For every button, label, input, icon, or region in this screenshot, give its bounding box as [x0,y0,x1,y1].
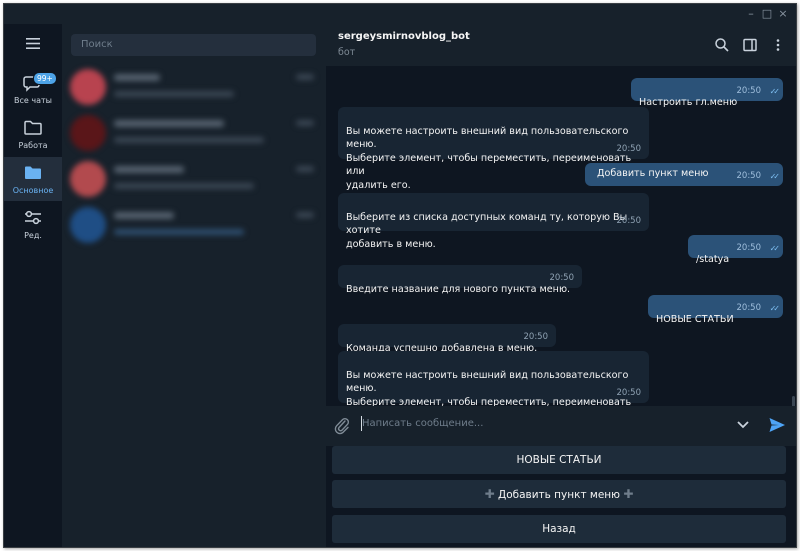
message-outgoing[interactable]: Добавить пункт меню 20:50 ✓✓ [585,163,783,186]
chat-title: sergeysmirnovblog_bot [338,31,470,42]
search-icon[interactable] [714,37,730,53]
edit-filters-icon [25,210,41,225]
message-outgoing[interactable]: Настроить гл.меню 20:50 ✓✓ [631,78,783,108]
send-icon[interactable] [768,416,786,434]
folder-label: Ред. [24,231,42,240]
folder-icon [25,166,41,179]
message-composer: Написать сообщение... [326,406,796,446]
unread-badge: 99+ [33,72,57,85]
chat-header[interactable]: sergeysmirnovblog_bot бот [326,24,796,66]
folder-main[interactable]: Основное [4,157,62,201]
message-time: 20:50 [736,170,762,181]
read-check-icon: ✓✓ [769,86,781,96]
avatar [70,207,106,243]
keyboard-button-add-menu-item[interactable]: ✚ Добавить пункт меню ✚ [332,480,786,508]
message-text: Выберите из списка доступных команд ту, … [346,211,628,250]
message-scrollbar[interactable] [792,396,795,406]
message-time: 20:50 [736,302,762,313]
message-time: 20:50 [616,387,642,398]
folder-rail: 99+ Все чаты Работа Основное Ред. [4,24,62,547]
chat-list-item[interactable] [62,202,326,248]
message-outgoing[interactable]: НОВЫЕ СТАТЬИ 20:50 ✓✓ [648,295,783,325]
message-time: 20:50 [616,143,642,154]
message-history: Настроить гл.меню 20:50 ✓✓ Вы можете нас… [326,66,796,406]
avatar [70,115,106,151]
close-button[interactable]: × [776,7,790,21]
minimize-button[interactable]: – [744,7,758,21]
folder-label: Все чаты [14,96,52,105]
message-incoming[interactable]: Выберите из списка доступных команд ту, … [338,193,649,250]
message-time: 20:50 [549,272,575,283]
chat-list: Поиск [62,24,326,547]
hamburger-menu-icon [26,38,40,49]
message-text: /statya [696,253,730,265]
keyboard-button-label: НОВЫЕ СТАТЬИ [516,454,602,466]
message-incoming[interactable]: Команда успешно добавлена в меню. 20:50 [338,324,556,354]
side-panel-icon[interactable] [742,37,758,53]
message-incoming[interactable]: Вы можете настроить внешний вид пользова… [338,351,649,406]
message-input[interactable]: Написать сообщение... [362,418,483,429]
message-text: НОВЫЕ СТАТЬИ [656,313,734,325]
message-incoming[interactable]: Вы можете настроить внешний вид пользова… [338,107,649,191]
message-outgoing[interactable]: /statya 20:50 ✓✓ [688,235,783,265]
read-check-icon: ✓✓ [769,243,781,253]
chat-subtitle: бот [338,47,356,58]
read-check-icon: ✓✓ [769,303,781,313]
plus-icon: ✚ [623,487,634,501]
more-options-icon[interactable] [770,37,786,53]
plus-icon: ✚ [484,487,495,501]
chevron-down-icon[interactable] [736,420,750,430]
maximize-button[interactable]: □ [760,7,774,21]
message-text: Настроить гл.меню [639,96,738,108]
folder-label: Работа [18,141,48,150]
keyboard-button-label: Добавить пункт меню [497,489,621,501]
chat-list-item[interactable] [62,156,326,202]
folder-icon [24,120,42,135]
search-input[interactable]: Поиск [71,34,316,56]
chat-list-item[interactable] [62,110,326,156]
main-menu-button[interactable] [4,24,62,60]
message-time: 20:50 [523,331,549,342]
message-time: 20:50 [736,242,762,253]
message-time: 20:50 [736,85,762,96]
folder-label: Основное [12,186,54,195]
keyboard-button-new-articles[interactable]: НОВЫЕ СТАТЬИ [332,446,786,474]
folder-all-chats[interactable]: 99+ Все чаты [4,67,62,111]
keyboard-button-label: Назад [542,523,576,535]
title-bar: – □ × [4,4,796,24]
attach-icon[interactable] [334,417,350,435]
message-text: Вы можете настроить внешний вид пользова… [346,369,632,407]
folder-work[interactable]: Работа [4,112,62,156]
keyboard-button-back[interactable]: Назад [332,515,786,543]
avatar [70,161,106,197]
message-incoming[interactable]: Введите название для нового пункта меню.… [338,265,582,295]
message-text: Добавить пункт меню [597,168,709,179]
read-check-icon: ✓✓ [769,171,781,181]
avatar [70,69,106,105]
chat-list-item[interactable] [62,64,326,110]
chat-panel: sergeysmirnovblog_bot бот Настроить гл.м… [326,24,796,547]
app-window: – □ × 99+ Все чаты Работа Основное Ред. … [3,3,797,548]
message-time: 20:50 [616,215,642,226]
folder-edit[interactable]: Ред. [4,202,62,246]
message-text: Введите название для нового пункта меню. [346,283,571,295]
